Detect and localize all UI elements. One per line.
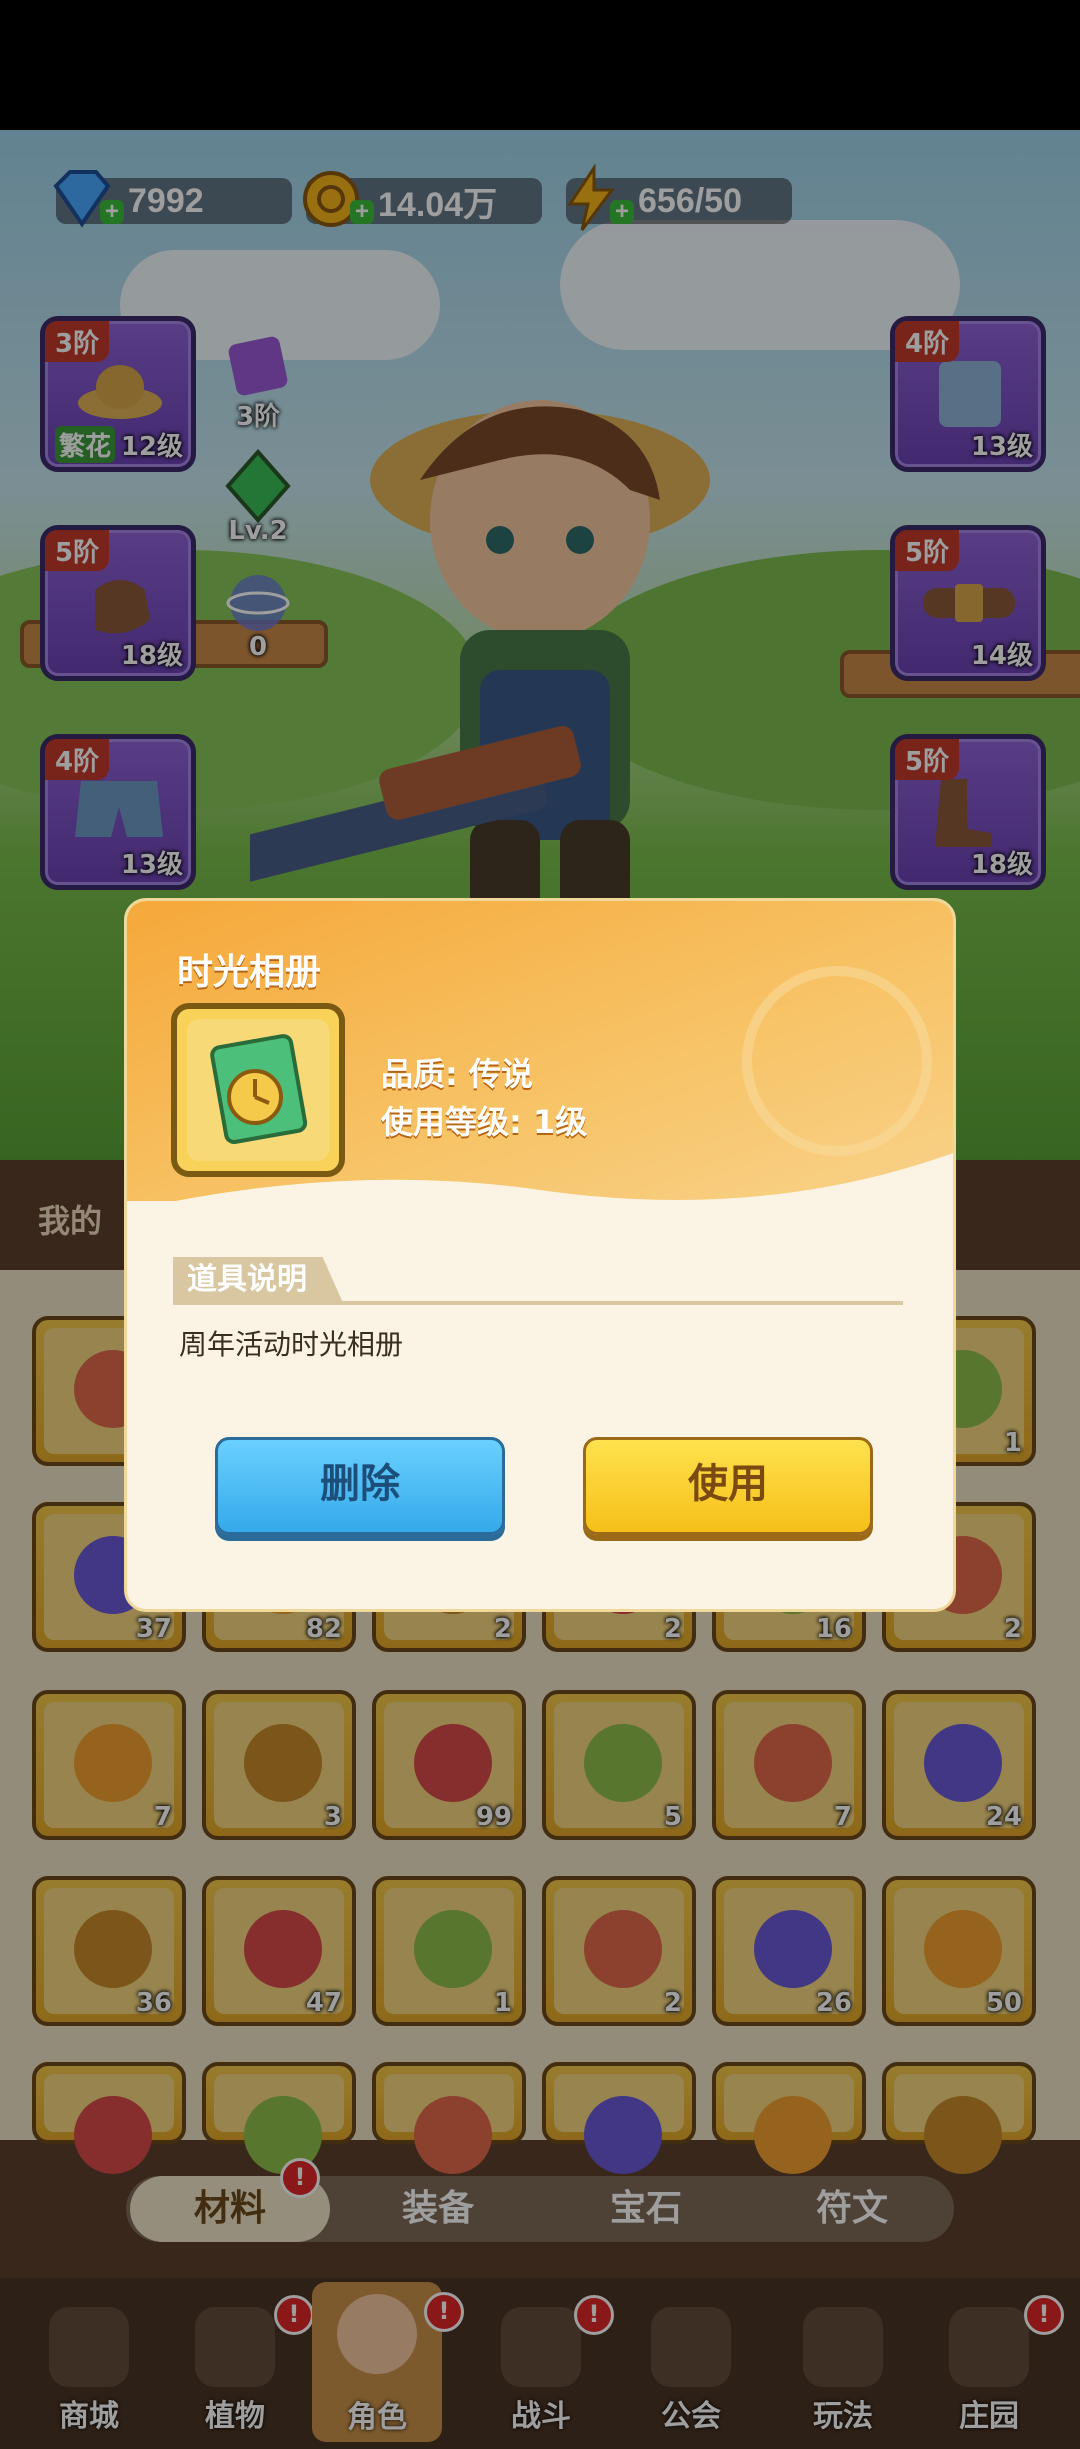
use-button[interactable]: 使用 [583, 1437, 873, 1535]
photo-album-icon [210, 1034, 308, 1144]
description-section-label: 道具说明 [173, 1257, 343, 1303]
item-use-level: 使用等级: 1级 [381, 1103, 588, 1141]
description-divider [173, 1301, 903, 1305]
sun-decoration-icon [742, 966, 932, 1156]
item-icon-frame [171, 1003, 345, 1177]
item-description: 周年活动时光相册 [179, 1328, 404, 1361]
item-detail-dialog: 时光相册 品质: 传说 使用等级: 1级 道具说明 周年活动时光相册 删除 使用 [124, 898, 956, 1612]
item-quality: 品质: 传说 [381, 1055, 533, 1093]
delete-button[interactable]: 删除 [215, 1437, 505, 1535]
dialog-title: 时光相册 [177, 952, 322, 993]
